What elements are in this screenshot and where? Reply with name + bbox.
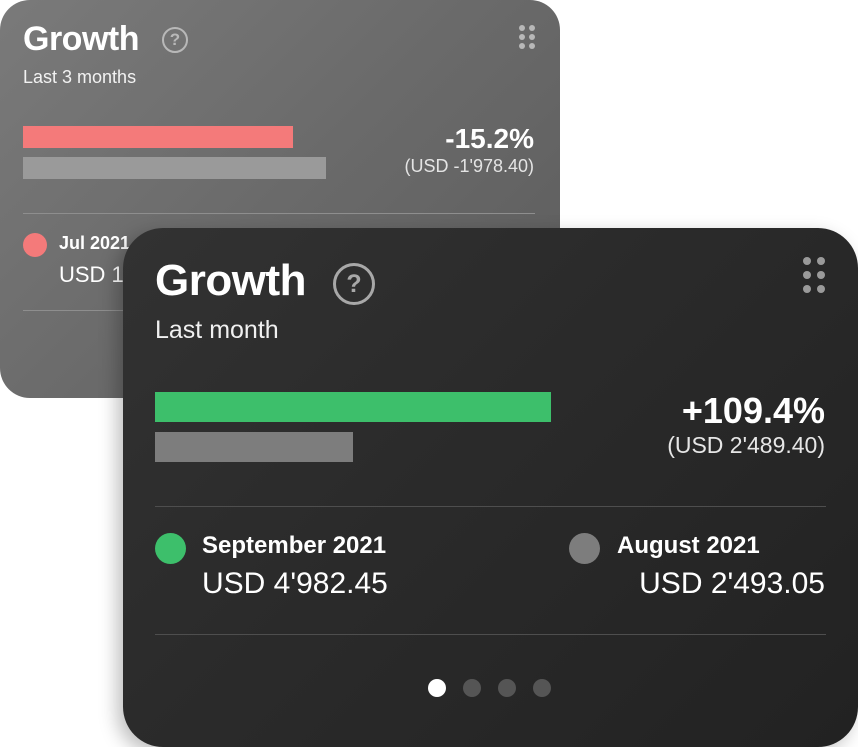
current-period-legend-dot (23, 233, 47, 257)
pager-dot-3[interactable] (498, 679, 516, 697)
previous-period-bar (155, 432, 353, 462)
previous-period-label: August 2021 (617, 532, 760, 559)
question-circle-icon[interactable]: ? (333, 263, 375, 305)
pager-dot-1[interactable] (428, 679, 446, 697)
change-amount: (USD 2'489.40) (667, 432, 825, 458)
current-period-label: Jul 2021 (59, 233, 131, 253)
drag-handle-icon[interactable] (802, 256, 826, 294)
pager-dot-2[interactable] (463, 679, 481, 697)
current-period-bar (23, 126, 293, 148)
pager-dot-4[interactable] (533, 679, 551, 697)
drag-handle-icon[interactable] (518, 24, 536, 50)
change-percent: -15.2% (445, 123, 534, 154)
current-period-legend-dot (155, 533, 186, 564)
change-amount: (USD -1'978.40) (404, 156, 535, 176)
previous-period-legend-dot (569, 533, 600, 564)
divider (155, 506, 826, 507)
current-period-bar (155, 392, 551, 422)
change-percent: +109.4% (681, 390, 825, 431)
card-subtitle: Last 3 months (23, 67, 137, 87)
current-period-value: USD 1 (59, 262, 124, 287)
stage: Growth ? Last 3 months -15.2% (USD -1'97… (0, 0, 858, 747)
card-subtitle: Last month (155, 316, 279, 344)
divider (23, 213, 535, 214)
question-circle-icon[interactable]: ? (162, 27, 188, 53)
divider (155, 634, 826, 635)
current-period-value: USD 4'982.45 (202, 567, 388, 600)
carousel-pager (428, 679, 551, 697)
growth-card-last-month[interactable]: Growth ? Last month +109.4% (USD 2'489.4… (123, 228, 858, 747)
current-period-label: September 2021 (202, 532, 387, 559)
card-title: Growth (23, 20, 139, 58)
previous-period-value: USD 2'493.05 (639, 567, 825, 600)
card-title: Growth (155, 256, 306, 305)
previous-period-bar (23, 157, 326, 179)
